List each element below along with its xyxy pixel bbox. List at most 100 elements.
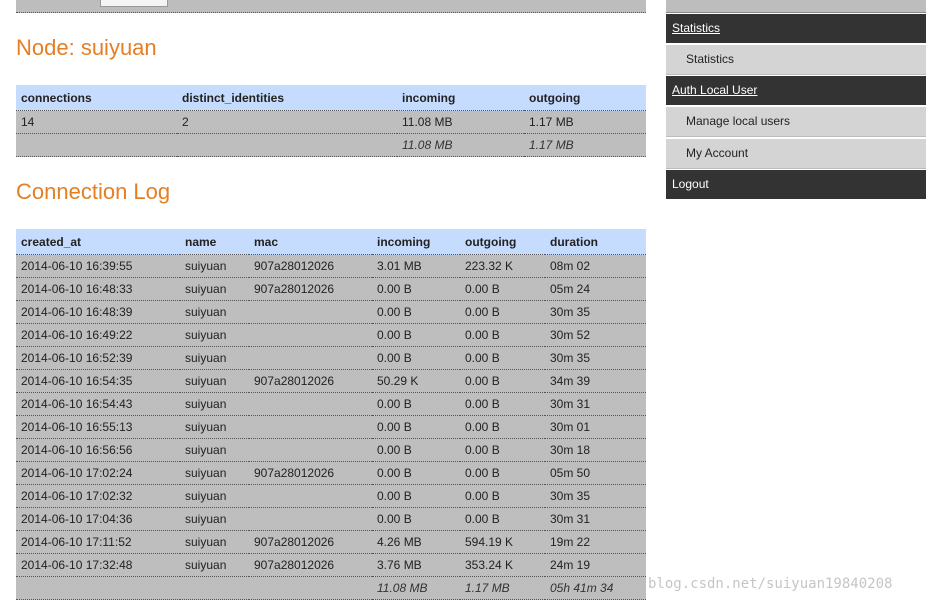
table-cell bbox=[249, 415, 372, 439]
table-cell: 0.00 B bbox=[372, 438, 460, 462]
table-cell: suiyuan bbox=[180, 553, 249, 577]
table-cell: 19m 22 bbox=[545, 530, 646, 554]
table-cell: 907a28012026 bbox=[249, 553, 372, 577]
table-cell: 05m 50 bbox=[545, 461, 646, 485]
table-row: 14 2 11.08 MB 1.17 MB bbox=[16, 110, 646, 134]
watermark: blog.csdn.net/suiyuan19840208 bbox=[648, 576, 893, 592]
table-cell: 0.00 B bbox=[372, 484, 460, 508]
table-row: 2014-06-10 16:56:56 suiyuan 0.00 B 0.00 B 30… bbox=[16, 438, 646, 462]
table-row: 2014-06-10 17:02:32 suiyuan 0.00 B 0.00 B 30… bbox=[16, 484, 646, 508]
table-cell: 2014-06-10 17:11:52 bbox=[16, 530, 180, 554]
sidebar-header-auth-local-user[interactable]: Auth Local User bbox=[666, 76, 926, 105]
table-cell: 0.00 B bbox=[372, 300, 460, 324]
table-cell: 0.00 B bbox=[460, 461, 545, 485]
table-cell: 0.00 B bbox=[372, 507, 460, 531]
column-header: outgoing bbox=[460, 229, 545, 255]
table-cell: 1.17 MB bbox=[460, 576, 545, 600]
sidebar-item-my-account[interactable]: My Account bbox=[666, 139, 926, 169]
sidebar: Statistics Statistics Auth Local User Ma… bbox=[666, 0, 926, 199]
table-cell: 2014-06-10 16:54:43 bbox=[16, 392, 180, 416]
main-content: Node: suiyuan connections distinct_ident… bbox=[16, 0, 646, 605]
table-cell: 2014-06-10 16:39:55 bbox=[16, 254, 180, 278]
table-cell: 30m 01 bbox=[545, 415, 646, 439]
table-cell: 0.00 B bbox=[372, 392, 460, 416]
table-cell: 0.00 B bbox=[460, 438, 545, 462]
table-cell: 14 bbox=[16, 110, 177, 134]
table-cell: 11.08 MB bbox=[372, 576, 460, 600]
table-cell: 1.17 MB bbox=[524, 133, 646, 157]
table-cell: suiyuan bbox=[180, 484, 249, 508]
sidebar-header-statistics[interactable]: Statistics bbox=[666, 14, 926, 43]
table-row: 2014-06-10 16:52:39 suiyuan 0.00 B 0.00 B 30… bbox=[16, 346, 646, 370]
sidebar-item-statistics[interactable]: Statistics bbox=[666, 45, 926, 75]
table-cell bbox=[249, 392, 372, 416]
table-row: 2014-06-10 16:54:43 suiyuan 0.00 B 0.00 B 30… bbox=[16, 392, 646, 416]
table-row: 2014-06-10 16:39:55 suiyuan 907a28012026 3.… bbox=[16, 254, 646, 278]
table-row: 2014-06-10 17:32:48 suiyuan 907a28012026 3.… bbox=[16, 553, 646, 577]
column-header: created_at bbox=[16, 229, 180, 255]
table-cell: 30m 52 bbox=[545, 323, 646, 347]
table-cell: 30m 35 bbox=[545, 346, 646, 370]
table-total-row: 11.08 MB 1.17 MB bbox=[16, 133, 646, 157]
table-header-row: created_at name mac incoming outgoing du… bbox=[16, 229, 646, 255]
table-cell: 0.00 B bbox=[372, 277, 460, 301]
table-cell: 594.19 K bbox=[460, 530, 545, 554]
table-row: 2014-06-10 17:11:52 suiyuan 907a28012026 4.… bbox=[16, 530, 646, 554]
table-cell: 2014-06-10 16:54:35 bbox=[16, 369, 180, 393]
table-cell: 2014-06-10 17:02:24 bbox=[16, 461, 180, 485]
table-cell: suiyuan bbox=[180, 300, 249, 324]
table-cell bbox=[249, 323, 372, 347]
table-cell: 0.00 B bbox=[372, 346, 460, 370]
table-cell: suiyuan bbox=[180, 277, 249, 301]
table-cell: 907a28012026 bbox=[249, 254, 372, 278]
table-cell: 907a28012026 bbox=[249, 461, 372, 485]
table-cell bbox=[16, 133, 177, 157]
table-cell: 30m 35 bbox=[545, 484, 646, 508]
column-header: incoming bbox=[397, 85, 524, 111]
sidebar-header-label[interactable]: Auth Local User bbox=[672, 83, 757, 97]
table-row: 2014-06-10 16:49:22 suiyuan 0.00 B 0.00 B 30… bbox=[16, 323, 646, 347]
table-cell: 30m 31 bbox=[545, 507, 646, 531]
table-cell: 2014-06-10 16:56:56 bbox=[16, 438, 180, 462]
top-button-stub[interactable] bbox=[100, 0, 168, 7]
table-cell: suiyuan bbox=[180, 254, 249, 278]
table-cell: 30m 35 bbox=[545, 300, 646, 324]
node-title: Node: suiyuan bbox=[16, 35, 157, 60]
table-cell bbox=[249, 484, 372, 508]
table-cell: suiyuan bbox=[180, 323, 249, 347]
column-header: distinct_identities bbox=[177, 85, 397, 111]
sidebar-header-label[interactable]: Logout bbox=[672, 177, 709, 191]
table-cell: suiyuan bbox=[180, 461, 249, 485]
table-cell: 30m 18 bbox=[545, 438, 646, 462]
table-cell: 08m 02 bbox=[545, 254, 646, 278]
table-cell: suiyuan bbox=[180, 507, 249, 531]
table-cell: suiyuan bbox=[180, 438, 249, 462]
sidebar-top-cap bbox=[666, 0, 926, 13]
sidebar-item-logout[interactable]: Logout bbox=[666, 170, 926, 199]
table-cell: 2014-06-10 17:04:36 bbox=[16, 507, 180, 531]
connection-log-title: Connection Log bbox=[16, 179, 171, 204]
table-cell bbox=[249, 507, 372, 531]
column-header: name bbox=[180, 229, 249, 255]
table-cell: 0.00 B bbox=[372, 461, 460, 485]
table-cell bbox=[177, 133, 397, 157]
table-cell: 907a28012026 bbox=[249, 369, 372, 393]
table-cell bbox=[249, 346, 372, 370]
table-cell bbox=[249, 576, 372, 600]
table-total-row: 11.08 MB 1.17 MB 05h 41m 34 bbox=[16, 576, 646, 600]
table-cell: 2014-06-10 16:55:13 bbox=[16, 415, 180, 439]
sidebar-item-manage-local-users[interactable]: Manage local users bbox=[666, 107, 926, 137]
column-header: outgoing bbox=[524, 85, 646, 111]
table-cell: 3.01 MB bbox=[372, 254, 460, 278]
table-cell: 0.00 B bbox=[460, 323, 545, 347]
sidebar-header-label[interactable]: Statistics bbox=[672, 21, 720, 35]
table-cell bbox=[249, 300, 372, 324]
table-cell: 50.29 K bbox=[372, 369, 460, 393]
table-cell: 11.08 MB bbox=[397, 133, 524, 157]
column-header: connections bbox=[16, 85, 177, 111]
table-cell: 0.00 B bbox=[460, 369, 545, 393]
table-cell: 353.24 K bbox=[460, 553, 545, 577]
table-cell: 907a28012026 bbox=[249, 530, 372, 554]
table-cell: 0.00 B bbox=[460, 484, 545, 508]
table-cell: 2014-06-10 17:32:48 bbox=[16, 553, 180, 577]
